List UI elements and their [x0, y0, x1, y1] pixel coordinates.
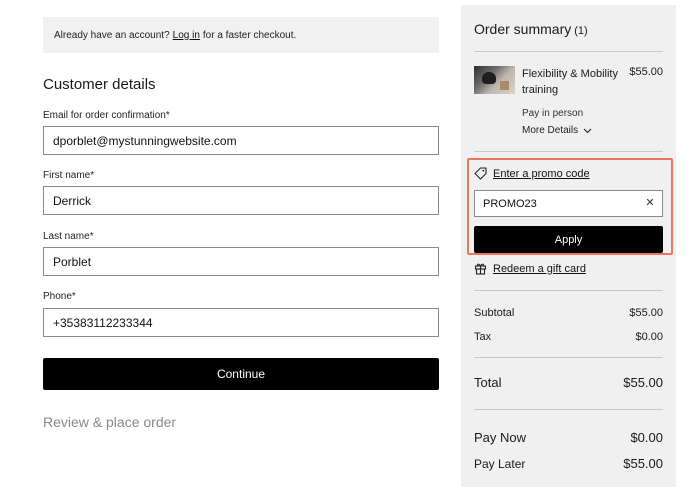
redeem-gift-card-text: Redeem a gift card: [493, 262, 586, 275]
product-thumbnail: [474, 66, 515, 94]
promo-code-link[interactable]: Enter a promo code: [474, 167, 590, 180]
chevron-down-icon: [583, 128, 592, 134]
pay-later-label: Pay Later: [474, 457, 526, 471]
phone-field[interactable]: +35383112233344: [43, 308, 439, 337]
email-field[interactable]: dporblet@mystunningwebsite.com: [43, 126, 439, 155]
pay-later-value: $55.00: [623, 456, 663, 471]
first-name-field[interactable]: Derrick: [43, 186, 439, 215]
login-link[interactable]: Log in: [173, 30, 200, 41]
login-banner-suffix: for a faster checkout.: [202, 29, 297, 41]
checkout-page: Already have an account? Log in for a fa…: [0, 0, 700, 492]
more-details-toggle[interactable]: More Details: [522, 125, 592, 136]
promo-code-link-text: Enter a promo code: [493, 167, 590, 180]
product-price: $55.00: [629, 66, 663, 78]
redeem-gift-card-link[interactable]: Redeem a gift card: [474, 262, 586, 275]
tax-label: Tax: [474, 331, 492, 343]
divider: [474, 290, 663, 291]
promo-code-value: PROMO23: [483, 197, 537, 210]
last-name-field[interactable]: Porblet: [43, 247, 439, 276]
tax-value: $0.00: [635, 331, 663, 343]
divider: [474, 409, 663, 410]
order-summary-title: Order summary (1): [474, 21, 588, 37]
customer-details-title: Customer details: [43, 76, 156, 93]
gift-icon: [474, 262, 487, 275]
product-name: Flexibility & Mobility training: [522, 68, 618, 96]
order-summary-title-text: Order summary: [474, 21, 572, 37]
subtotal-label: Subtotal: [474, 307, 515, 319]
apply-button[interactable]: Apply: [474, 226, 663, 253]
divider: [474, 357, 663, 358]
login-banner-prefix: Already have an account?: [54, 29, 170, 41]
total-value: $55.00: [623, 375, 663, 390]
more-details-label: More Details: [522, 125, 579, 136]
divider: [474, 151, 663, 152]
order-summary-panel: Order summary (1) Flexibility & Mobility …: [461, 5, 676, 487]
last-name-label: Last name*: [43, 231, 94, 242]
subtotal-value: $55.00: [629, 307, 663, 319]
email-label: Email for order confirmation*: [43, 110, 170, 121]
login-banner: Already have an account? Log in for a fa…: [43, 17, 439, 53]
continue-button[interactable]: Continue: [43, 358, 439, 390]
review-place-order-title: Review & place order: [43, 414, 177, 430]
order-item-count: (1): [574, 25, 588, 37]
payment-method: Pay in person: [522, 108, 584, 119]
total-label: Total: [474, 375, 502, 390]
pay-now-label: Pay Now: [474, 430, 527, 445]
close-icon[interactable]: ✕: [644, 197, 656, 209]
divider: [474, 51, 663, 52]
tag-icon: [474, 167, 487, 180]
promo-code-input[interactable]: PROMO23 ✕: [474, 190, 663, 217]
phone-label: Phone*: [43, 291, 76, 302]
first-name-label: First name*: [43, 170, 95, 181]
pay-now-value: $0.00: [630, 430, 663, 445]
